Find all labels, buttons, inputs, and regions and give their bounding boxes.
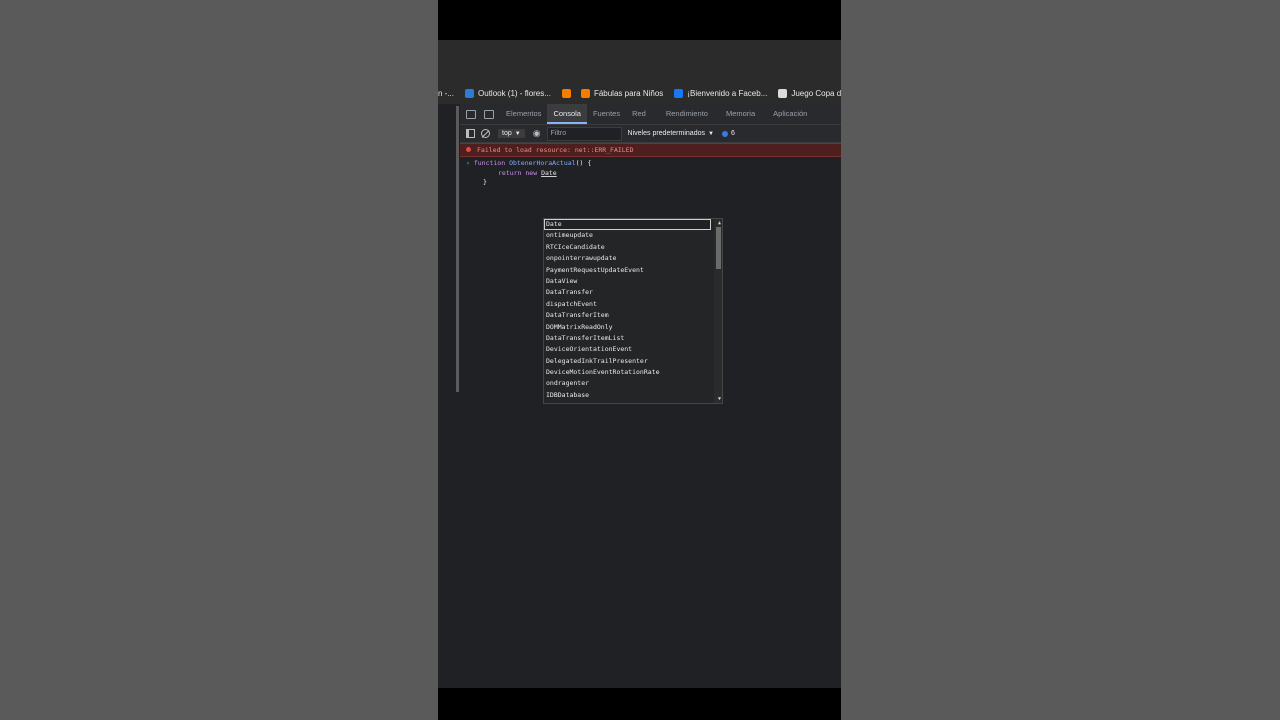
error-text: Failed to load resource: net::ERR_FAILED (477, 146, 634, 154)
right-blur-background (841, 0, 1280, 720)
code-punct: () { (575, 159, 592, 167)
console-error-message: Failed to load resource: net::ERR_FAILED (460, 143, 841, 157)
tab-rendimiento[interactable]: Rendimiento (660, 104, 714, 124)
facebook-icon (674, 88, 684, 98)
autocomplete-item[interactable]: dispatchEvent (544, 299, 722, 310)
eye-icon[interactable]: ◉ (533, 128, 541, 139)
panel-resize-handle[interactable] (456, 106, 459, 392)
blogger-icon (580, 88, 590, 98)
devtools-panel: Elementos Consola Fuentes Red Rendimient… (456, 104, 841, 688)
filter-input[interactable]: Filtro (546, 126, 622, 141)
left-blur-background (0, 0, 438, 720)
bookmark-label: Outlook (1) - flores... (478, 88, 551, 98)
tab-consola[interactable]: Consola (547, 104, 587, 124)
code-line-1: › function ObtenerHoraActual() { (466, 159, 591, 169)
bookmark-item[interactable]: Fábulas para Niños (580, 88, 664, 98)
chevron-up-icon[interactable]: ▲ (718, 220, 721, 226)
bookmark-label: Fábulas para Niños (593, 88, 664, 98)
inspect-element-icon[interactable] (466, 109, 476, 119)
bookmark-item[interactable]: Outlook (1) - flores... (465, 88, 551, 98)
device-toolbar-icon[interactable] (484, 109, 494, 119)
function-name: ObtenerHoraActual (509, 159, 576, 167)
autocomplete-item[interactable]: DataView (544, 276, 722, 287)
browser-window: n -... Outlook (1) - flores... Fábulas p… (438, 40, 841, 688)
typed-identifier: Date (541, 168, 557, 177)
scrollbar-thumb[interactable] (716, 227, 721, 269)
bookmarks-bar: n -... Outlook (1) - flores... Fábulas p… (438, 82, 841, 104)
chevron-down-icon[interactable]: ▼ (718, 396, 721, 402)
keyword: return new (498, 168, 538, 177)
outlook-icon (465, 88, 475, 98)
bookmark-label: ¡Bienvenido a Faceb... (687, 88, 768, 98)
autocomplete-list: Date ontimeupdate RTCIceCandidate onpointer… (544, 219, 722, 401)
autocomplete-item[interactable]: DataTransferItemList (544, 333, 722, 344)
autocomplete-item[interactable]: DeviceMotionEventRotationRate (544, 367, 722, 378)
clear-console-icon[interactable] (481, 129, 490, 138)
context-selector[interactable]: top ▼ (498, 129, 525, 138)
scrollbar[interactable]: ▲ ▼ (714, 219, 722, 403)
error-icon (466, 147, 471, 152)
console-toolbar: top ▼ ◉ Filtro Niveles predeterminados ▼… (460, 125, 841, 143)
autocomplete-item[interactable]: DeviceOrientationEvent (544, 344, 722, 355)
issues-count: 6 (730, 130, 735, 137)
sidebar-toggle-icon[interactable] (466, 129, 475, 138)
prompt-chevron-icon: › (466, 159, 474, 167)
tab-aplicacion[interactable]: Aplicación (767, 104, 813, 124)
autocomplete-item[interactable]: ontimeupdate (544, 230, 722, 241)
bookmark-item[interactable] (561, 88, 575, 98)
bookmark-item[interactable]: ¡Bienvenido a Faceb... (674, 88, 768, 98)
browser-titlebar (438, 40, 841, 82)
bookmark-item[interactable]: Juego Copa del Mu (778, 88, 841, 98)
tab-red[interactable]: Red (626, 104, 652, 124)
blogger-icon (561, 88, 571, 98)
bookmark-label: Juego Copa del Mu (791, 88, 841, 98)
page-icon (778, 88, 788, 98)
autocomplete-item[interactable]: onpointerrawupdate (544, 253, 722, 264)
code-line-2: return new Date (498, 169, 557, 179)
autocomplete-item[interactable]: IDBDatabase (544, 390, 722, 401)
bookmark-item[interactable]: n -... (438, 89, 454, 98)
issue-dot-icon (721, 130, 728, 137)
autocomplete-item[interactable]: RTCIceCandidate (544, 242, 722, 253)
autocomplete-item[interactable]: ondragenter (544, 378, 722, 389)
context-label: top (502, 130, 512, 137)
log-levels-dropdown[interactable]: Niveles predeterminados ▼ (628, 130, 714, 137)
keyword: function (473, 159, 506, 167)
tab-fuentes[interactable]: Fuentes (587, 104, 626, 124)
tab-elementos[interactable]: Elementos (500, 104, 547, 124)
autocomplete-item[interactable]: DataTransfer (544, 287, 722, 298)
bookmark-label: n -... (438, 88, 455, 98)
autocomplete-item[interactable]: Date (544, 219, 711, 231)
tab-memoria[interactable]: Memoria (720, 104, 761, 124)
chevron-down-icon: ▼ (514, 130, 521, 137)
autocomplete-item[interactable]: DataTransferItem (544, 310, 722, 321)
issues-counter[interactable]: 6 (721, 130, 735, 137)
autocomplete-dropdown: Date ontimeupdate RTCIceCandidate onpointer… (543, 218, 723, 404)
code-line-3: } (483, 178, 487, 186)
autocomplete-item[interactable]: PaymentRequestUpdateEvent (544, 265, 722, 276)
autocomplete-item[interactable]: DelegatedInkTrailPresenter (544, 356, 722, 367)
devtools-tabbar: Elementos Consola Fuentes Red Rendimient… (460, 104, 841, 125)
levels-label: Niveles predeterminados (627, 130, 705, 137)
autocomplete-item[interactable]: DOMMatrixReadOnly (544, 322, 722, 333)
chevron-down-icon: ▼ (707, 130, 714, 137)
recording-frame: n -... Outlook (1) - flores... Fábulas p… (438, 0, 841, 720)
